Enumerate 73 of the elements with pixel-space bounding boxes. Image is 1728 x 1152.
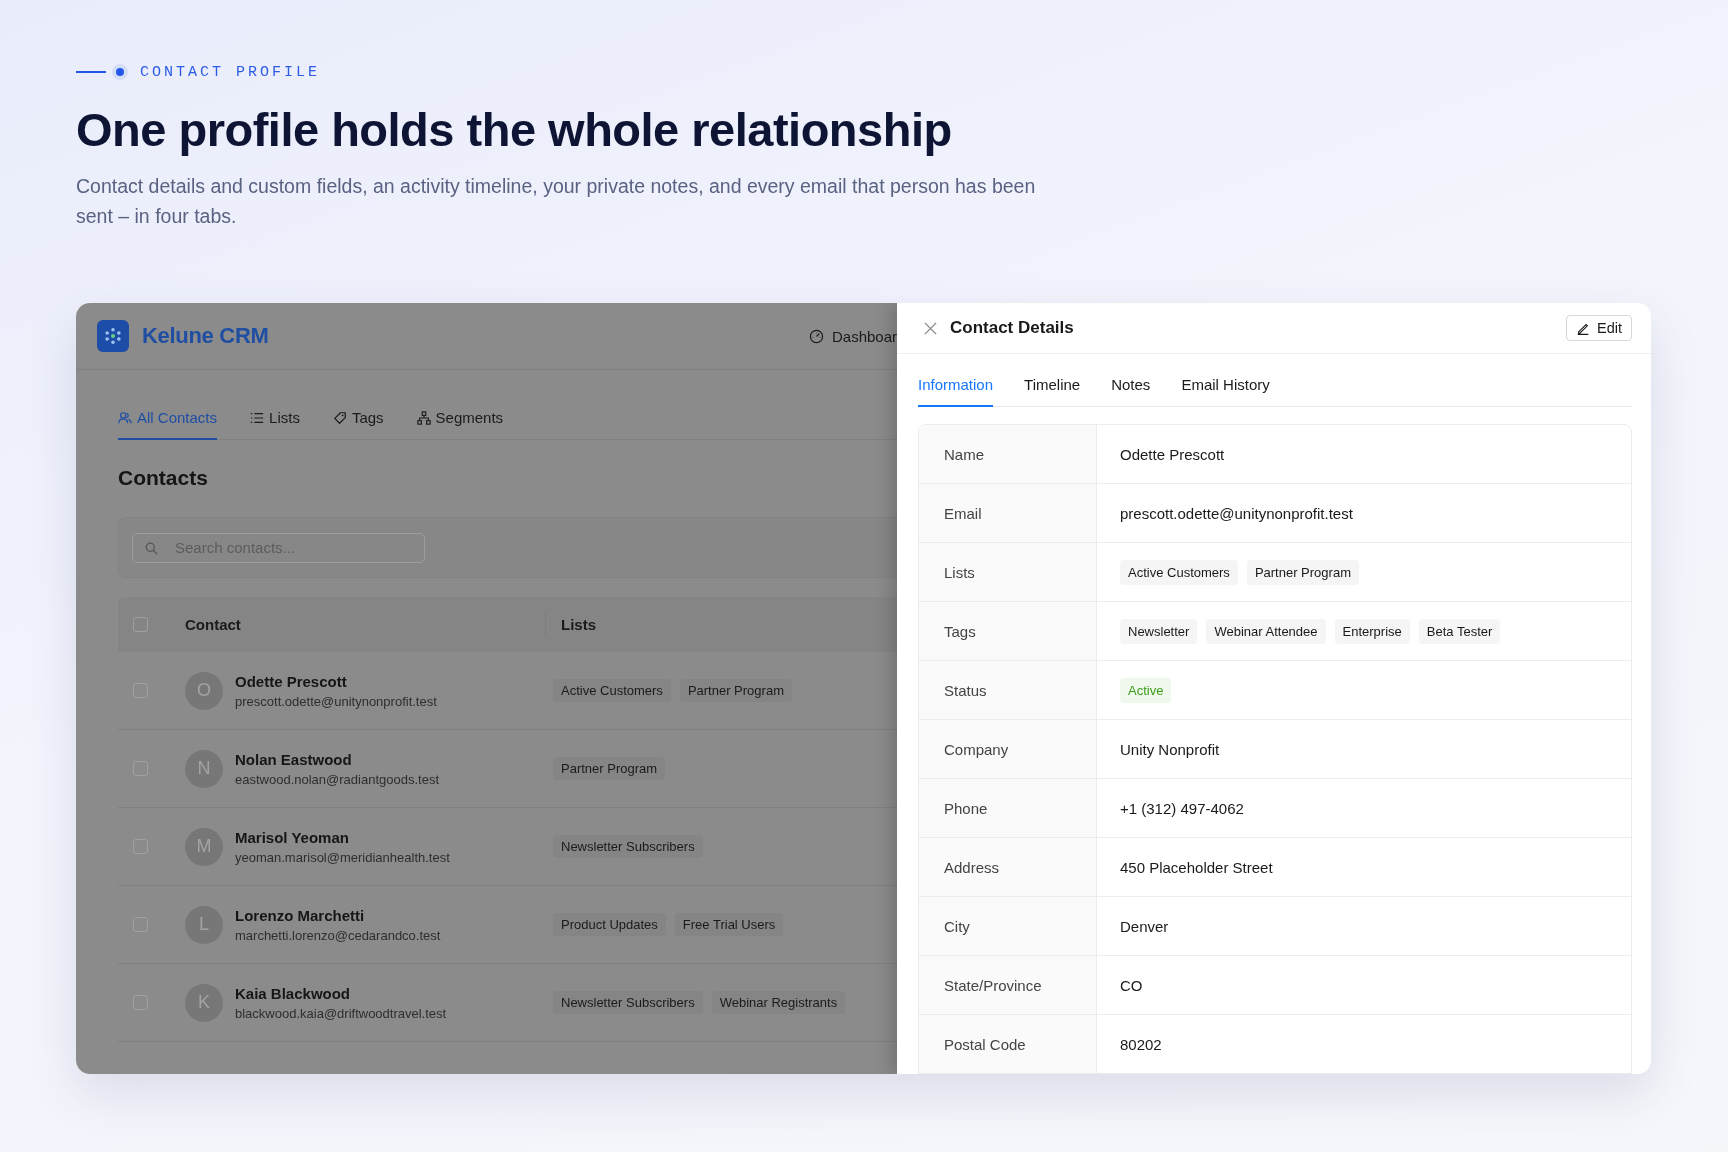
field-label: Status — [919, 661, 1097, 719]
field-label: Tags — [919, 602, 1097, 660]
app-name: Kelune CRM — [142, 323, 269, 349]
field-value: CO — [1120, 976, 1143, 994]
field-value: 450 Placeholder Street — [1120, 858, 1273, 876]
contact-name: Lorenzo Marchetti — [235, 906, 366, 924]
list-tag: Product Updates — [553, 913, 666, 936]
field-label: Address — [919, 838, 1097, 896]
tag: Beta Tester — [1418, 618, 1501, 644]
field-label: Phone — [919, 779, 1097, 837]
list-tag: Newsletter Subscribers — [553, 991, 703, 1014]
users-icon — [118, 410, 132, 425]
gauge-icon — [808, 328, 824, 344]
field-label: Postal Code — [919, 1015, 1097, 1073]
contact-name: Marisol Yeoman — [235, 828, 350, 846]
tab[interactable]: Timeline — [1024, 366, 1081, 407]
panel-title: Contact Details — [950, 318, 1074, 338]
list-tag: Newsletter Subscribers — [553, 835, 703, 858]
field-label: Name — [919, 425, 1097, 483]
edit-button[interactable]: Edit — [1566, 315, 1632, 341]
field-value: Odette Prescott — [1120, 445, 1225, 463]
field-value: +1 (312) 497-4062 — [1120, 799, 1244, 817]
page-heading: One profile holds the whole relationship — [76, 102, 953, 157]
contact-email: eastwood.nolan@radiantgoods.test — [235, 771, 439, 787]
close-icon — [923, 320, 938, 336]
field-value: Denver — [1120, 917, 1169, 935]
contact-email: marchetti.lorenzo@cedarandco.test — [235, 927, 441, 943]
field-value: 80202 — [1120, 1035, 1162, 1053]
tag: Enterprise — [1334, 618, 1410, 644]
tag: Active Customers — [1120, 559, 1238, 585]
field-value: prescott.odette@unitynonprofit.test — [1120, 504, 1353, 522]
field-label: State/Province — [919, 956, 1097, 1014]
tab[interactable]: Lists — [250, 398, 300, 440]
list-tag: Partner Program — [553, 757, 666, 780]
column-header: Contact — [185, 616, 242, 633]
list-icon — [250, 410, 265, 425]
contact-email: prescott.odette@unitynonprofit.test — [235, 693, 437, 709]
list-tag: Active Customers — [553, 679, 671, 702]
tab[interactable]: Email History — [1181, 366, 1270, 407]
list-tag: Free Trial Users — [674, 913, 784, 936]
tab[interactable]: Notes — [1111, 366, 1151, 407]
tag: Partner Program — [1246, 559, 1359, 585]
tag: Newsletter — [1120, 618, 1198, 644]
accent-line — [76, 71, 106, 73]
section-heading: Contacts — [118, 466, 209, 490]
search-icon — [145, 541, 158, 555]
field-value: Unity Nonprofit — [1120, 740, 1220, 758]
eyebrow-label: CONTACT PROFILE — [140, 63, 321, 81]
status-badge: Active — [1120, 677, 1172, 703]
tab[interactable]: Information — [918, 366, 994, 407]
tab[interactable]: Tags — [332, 398, 384, 440]
field-label: City — [919, 897, 1097, 955]
tag-icon — [332, 410, 347, 425]
contact-name: Odette Prescott — [235, 672, 348, 690]
list-tag: Webinar Registrants — [711, 991, 846, 1014]
contact-name: Nolan Eastwood — [235, 750, 353, 768]
field-label: Lists — [919, 543, 1097, 601]
tab[interactable]: Segments — [416, 398, 504, 440]
contact-email: blackwood.kaia@driftwoodtravel.test — [235, 1005, 447, 1021]
field-label: Company — [919, 720, 1097, 778]
contact-email: yeoman.marisol@meridianhealth.test — [235, 849, 450, 865]
page-description: Contact details and custom fields, an activity timeline, your private notes, and every email that person has been sent – in four tabs. — [76, 174, 1037, 229]
hierarchy-icon — [416, 410, 431, 425]
accent-dot-icon — [116, 68, 124, 76]
nav-link[interactable]: Dashboar — [831, 327, 897, 345]
dots-icon — [104, 327, 122, 345]
contact-name: Kaia Blackwood — [235, 984, 352, 1002]
field-label: Email — [919, 484, 1097, 542]
list-tag: Partner Program — [679, 679, 792, 702]
close-button[interactable] — [923, 320, 938, 336]
tag: Webinar Attendee — [1206, 618, 1326, 644]
checkbox[interactable] — [133, 617, 148, 632]
pencil-icon — [1576, 321, 1590, 335]
